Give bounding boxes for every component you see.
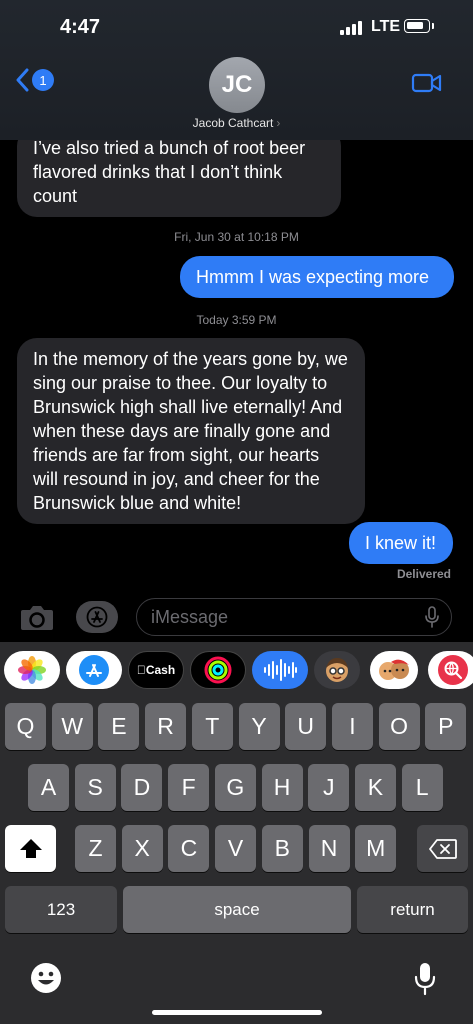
delivery-status: Delivered: [396, 567, 451, 581]
facetime-video-icon[interactable]: [411, 72, 443, 94]
contact-name: Jacob Cathcart: [192, 116, 274, 130]
battery-nub: [432, 23, 434, 29]
key-j[interactable]: J: [308, 764, 350, 811]
key-h[interactable]: H: [261, 764, 303, 811]
key-u[interactable]: U: [285, 703, 327, 750]
key-m[interactable]: M: [355, 825, 397, 872]
activity-app-button[interactable]: [190, 651, 246, 689]
key-y[interactable]: Y: [238, 703, 280, 750]
memoji-app-button[interactable]: [314, 651, 360, 689]
avatar[interactable]: JC: [209, 57, 265, 113]
message-input-placeholder: iMessage: [151, 607, 229, 627]
app-store-app-button[interactable]: [66, 651, 122, 689]
key-s[interactable]: S: [74, 764, 116, 811]
key-a[interactable]: A: [28, 764, 69, 811]
conversation-header: 4:47 LTE 1 JC Jacob Cathcart ›: [0, 0, 473, 140]
microphone-icon[interactable]: [425, 606, 439, 628]
key-r[interactable]: R: [145, 703, 187, 750]
status-time: 4:47: [60, 16, 101, 38]
key-x[interactable]: X: [121, 825, 163, 872]
memoji-icon: [326, 658, 348, 682]
key-w[interactable]: W: [51, 703, 93, 750]
key-i[interactable]: I: [331, 703, 373, 750]
key-e[interactable]: E: [98, 703, 140, 750]
message-timestamp: Today 3:59 PM: [196, 313, 277, 327]
key-v[interactable]: V: [215, 825, 257, 872]
emoji-icon[interactable]: [30, 962, 62, 994]
images-search-app-button[interactable]: [428, 651, 473, 689]
incoming-message-bubble[interactable]: In the memory of the years gone by, we s…: [17, 338, 365, 524]
delete-key[interactable]: [417, 825, 468, 872]
photos-icon: [18, 656, 46, 684]
activity-rings-icon: [204, 656, 232, 684]
globe-search-icon: [438, 655, 468, 685]
space-key[interactable]: space: [123, 886, 351, 933]
key-t[interactable]: T: [191, 703, 233, 750]
shift-key[interactable]: [5, 825, 56, 872]
key-f[interactable]: F: [168, 764, 210, 811]
return-key[interactable]: return: [357, 886, 468, 933]
apple-cash-label: Cash: [141, 663, 175, 677]
unread-badge: 1: [32, 69, 54, 91]
contact-name-button[interactable]: Jacob Cathcart ›: [0, 116, 473, 130]
app-drawer-button[interactable]: [76, 601, 118, 633]
message-timestamp: Fri, Jun 30 at 10:18 PM: [174, 230, 299, 244]
memoji-stickers-icon: [379, 659, 409, 680]
app-store-icon: [86, 606, 108, 628]
backspace-icon: [428, 838, 457, 859]
memoji-stickers-app-button[interactable]: [370, 651, 418, 689]
shift-arrow-icon: [19, 838, 42, 858]
key-z[interactable]: Z: [75, 825, 116, 872]
numbers-key[interactable]: 123: [5, 886, 117, 933]
apple-cash-app-button[interactable]: Cash: [128, 651, 184, 689]
key-o[interactable]: O: [378, 703, 420, 750]
home-indicator: [152, 1010, 322, 1015]
dictation-microphone-icon[interactable]: [414, 962, 436, 996]
imessage-app-strip: Cash: [0, 651, 473, 691]
key-n[interactable]: N: [308, 825, 350, 872]
chevron-right-icon: ›: [276, 116, 281, 130]
key-q[interactable]: Q: [5, 703, 46, 750]
key-l[interactable]: L: [401, 764, 443, 811]
chevron-left-icon: [16, 68, 29, 92]
key-b[interactable]: B: [261, 825, 303, 872]
cellular-signal-icon: [340, 21, 362, 35]
outgoing-message-bubble[interactable]: I knew it!: [349, 522, 453, 564]
app-store-icon: [79, 655, 109, 685]
key-c[interactable]: C: [168, 825, 210, 872]
apple-cash-icon: : [137, 663, 146, 677]
battery-level: [407, 22, 423, 29]
camera-icon[interactable]: [19, 604, 55, 632]
battery-icon: [404, 19, 430, 33]
back-button[interactable]: 1: [16, 68, 54, 92]
key-g[interactable]: G: [214, 764, 256, 811]
audio-waveform-icon: [264, 659, 297, 681]
audio-message-app-button[interactable]: [252, 651, 308, 689]
key-k[interactable]: K: [354, 764, 396, 811]
key-p[interactable]: P: [425, 703, 467, 750]
network-type: LTE: [371, 18, 401, 35]
photos-app-button[interactable]: [4, 651, 60, 689]
message-input[interactable]: iMessage: [136, 598, 452, 636]
outgoing-message-bubble[interactable]: Hmmm I was expecting more: [180, 256, 454, 298]
key-d[interactable]: D: [121, 764, 163, 811]
